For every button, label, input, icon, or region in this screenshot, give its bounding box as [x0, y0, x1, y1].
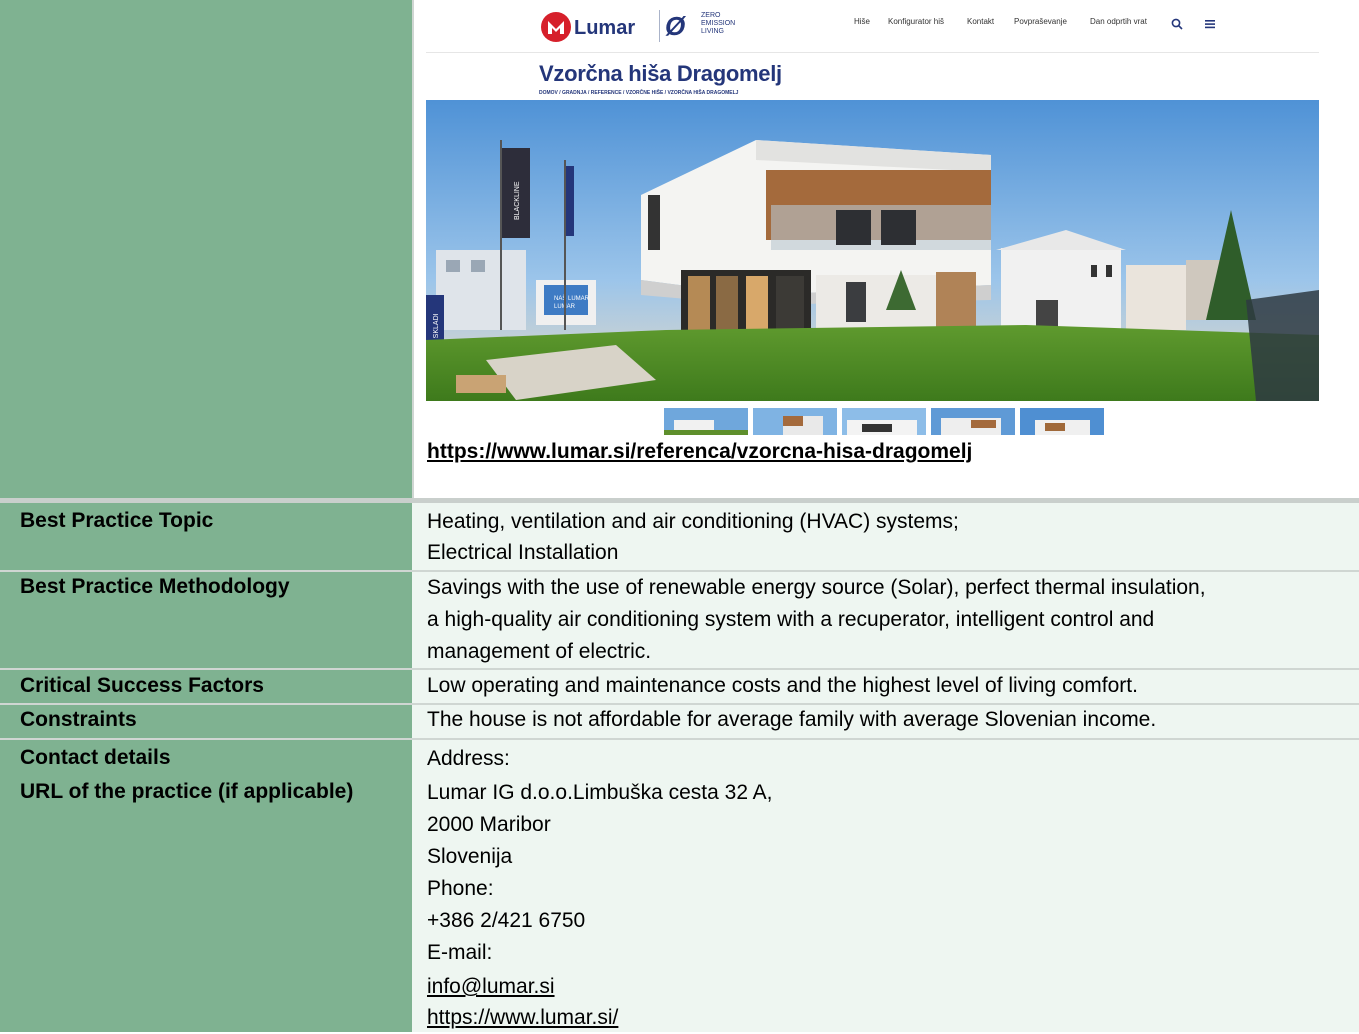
factors-value: Low operating and maintenance costs and … — [427, 674, 1138, 697]
nav-item-dan-odprtih-vrat[interactable]: Dan odprtih vrat — [1090, 17, 1147, 26]
contact-email-heading: E-mail: — [427, 941, 493, 964]
contact-address-heading: Address: — [427, 747, 510, 770]
search-icon[interactable] — [1171, 18, 1183, 30]
contact-phone: +386 2/421 6750 — [427, 909, 586, 932]
lumar-logo-icon — [541, 12, 571, 42]
zero-emission-logo: Ø ZERO EMISSION LIVING — [659, 10, 749, 42]
methodology-value-line-3: management of electric. — [427, 640, 652, 663]
hamburger-menu-icon[interactable] — [1204, 18, 1216, 30]
site-navbar: Lumar Ø ZERO EMISSION LIVING Hiše Konfig… — [426, 6, 1319, 53]
factors-label: Critical Success Factors — [20, 674, 264, 697]
url-label: URL of the practice (if applicable) — [20, 780, 354, 803]
zero-logo-line-3: LIVING — [701, 28, 724, 35]
constraints-value: The house is not affordable for average … — [427, 708, 1157, 731]
column-divider — [412, 0, 414, 498]
topic-value-line-1: Heating, ventilation and air conditionin… — [427, 510, 959, 533]
flag-text: BLACKLINE — [514, 181, 521, 220]
reference-url-link[interactable]: https://www.lumar.si/referenca/vzorcna-h… — [427, 440, 972, 464]
website-screenshot: Lumar Ø ZERO EMISSION LIVING Hiše Konfig… — [426, 6, 1319, 435]
house-photo: NAŠ LUMAR LUMAR BLACKLINE EU SKLADI — [426, 100, 1319, 401]
zero-slash-icon: Ø — [665, 11, 686, 41]
thumbnail-2[interactable] — [753, 408, 837, 435]
nav-item-povprasevanje[interactable]: Povpraševanje — [1014, 17, 1067, 26]
page-title: Vzorčna hiša Dragomelj — [539, 61, 782, 86]
nav-item-konfigurator[interactable]: Konfigurator hiš — [888, 17, 944, 26]
methodology-value-line-1: Savings with the use of renewable energy… — [427, 576, 1206, 599]
thumbnail-4[interactable] — [931, 408, 1015, 435]
nav-item-hise[interactable]: Hiše — [854, 17, 870, 26]
topic-label: Best Practice Topic — [20, 509, 214, 532]
left-column-image-row — [0, 0, 412, 498]
constraints-label: Constraints — [20, 708, 137, 731]
contact-phone-heading: Phone: — [427, 877, 494, 900]
contact-company: Lumar IG d.o.o.Limbuška cesta 32 A, — [427, 781, 773, 804]
lumar-logo: Lumar — [539, 10, 639, 44]
contact-website-link[interactable]: https://www.lumar.si/ — [427, 1002, 618, 1034]
contact-email-link[interactable]: info@lumar.si — [427, 971, 555, 1003]
breadcrumb: DOMOV / GRADNJA / REFERENCE / VZORČNE HI… — [539, 90, 739, 96]
nav-item-kontakt[interactable]: Kontakt — [967, 17, 994, 26]
zero-logo-line-2: EMISSION — [701, 20, 736, 27]
thumbnail-3[interactable] — [842, 408, 926, 435]
billboard-text: NAŠ LUMAR — [554, 295, 590, 302]
methodology-label: Best Practice Methodology — [20, 575, 290, 598]
methodology-value-line-2: a high-quality air conditioning system w… — [427, 608, 1155, 631]
zero-logo-line-1: ZERO — [701, 12, 721, 19]
contact-label: Contact details — [20, 746, 171, 769]
topic-value-line-2: Electrical Installation — [427, 541, 619, 564]
thumbnail-1[interactable] — [664, 408, 748, 435]
contact-city: 2000 Maribor — [427, 813, 551, 836]
brand-name: Lumar — [574, 17, 636, 39]
contact-country: Slovenija — [427, 845, 513, 868]
thumbnail-5[interactable] — [1020, 408, 1104, 435]
